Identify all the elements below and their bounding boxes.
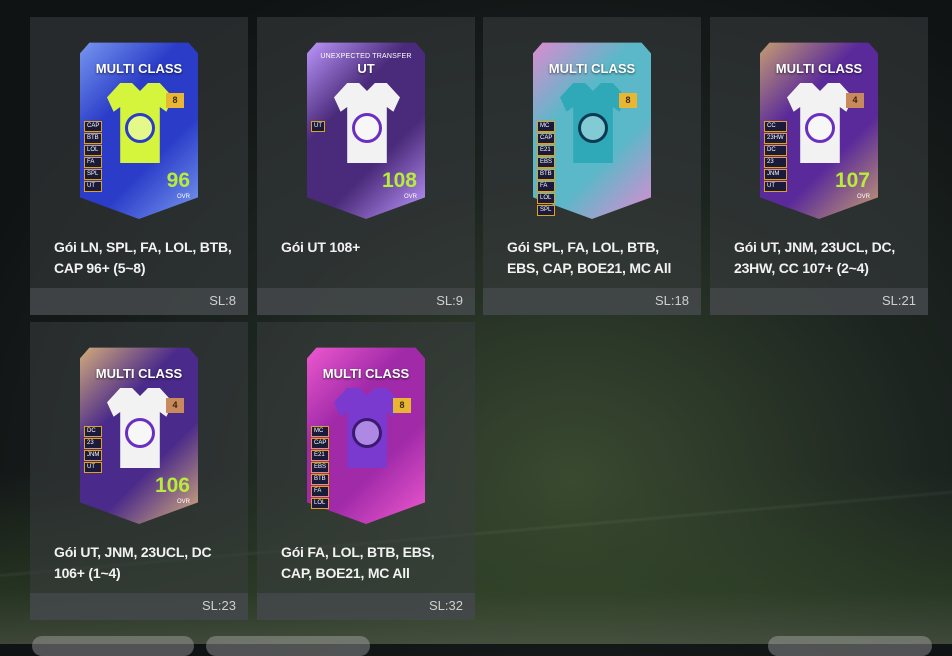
- pack-title: Gói SPL, FA, LOL, BTB, EBS, CAP, BOE21, …: [507, 239, 672, 276]
- crest-icon: [125, 113, 155, 143]
- pack-card-art: MULTI CLASS 4 CC 23HW DC 23 JNM UT 107 OVR: [760, 39, 878, 219]
- grade-badge: 4: [846, 93, 864, 108]
- class-tag: CAP: [311, 438, 330, 449]
- class-tag: UT: [84, 462, 103, 473]
- ovr-label: OVR: [176, 194, 190, 200]
- class-tags: UT: [311, 121, 325, 132]
- pack-quantity: SL:8: [209, 293, 236, 308]
- pack-tile[interactable]: MULTI CLASS 4 DC 23 JNM UT 106 OVR Gói UT, …: [30, 322, 248, 620]
- class-tags: MC CAP E21 EBS BTB FA LOL SPL: [537, 121, 556, 216]
- class-tag: DC: [764, 145, 787, 156]
- pack-footer: SL:18: [483, 288, 701, 315]
- grade-badge: 8: [166, 93, 184, 108]
- class-tags: CC 23HW DC 23 JNM UT: [764, 121, 787, 192]
- grade-badge: 8: [393, 398, 411, 413]
- class-tag: CC: [764, 121, 787, 132]
- ovr-value: 107: [834, 169, 870, 192]
- crest-icon: [352, 113, 382, 143]
- class-tag: LOL: [84, 145, 103, 156]
- bottom-button[interactable]: [768, 636, 932, 656]
- card-label: MULTI CLASS: [95, 61, 183, 76]
- class-tag: CAP: [84, 121, 103, 132]
- class-tag: DC: [84, 426, 103, 437]
- pack-card-art: MULTI CLASS 8 MC CAP E21 EBS BTB FA LOL SPL: [533, 39, 651, 219]
- class-tag: EBS: [311, 462, 330, 473]
- pack-card-art: MULTI CLASS 8 CAP BTB LOL FA SPL UT 96 OVR: [80, 39, 198, 219]
- pack-quantity: SL:18: [655, 293, 689, 308]
- card-label: UT: [357, 61, 375, 76]
- pack-title: Gói UT, JNM, 23UCL, DC, 23HW, CC 107+ (2…: [734, 239, 896, 276]
- pack-footer: SL:8: [30, 288, 248, 315]
- ovr-value: 106: [154, 474, 190, 497]
- class-tag: JNM: [764, 169, 787, 180]
- grade-badge: 4: [166, 398, 184, 413]
- pack-tile[interactable]: MULTI CLASS 4 CC 23HW DC 23 JNM UT 107 OVR Gó…: [710, 17, 928, 315]
- crest-icon: [352, 418, 382, 448]
- card-subtitle: UNEXPECTED TRANSFER: [320, 53, 412, 60]
- pack-quantity: SL:21: [882, 293, 916, 308]
- class-tag: CAP: [537, 133, 556, 144]
- class-tag: E21: [311, 450, 330, 461]
- pack-title: Gói UT, JNM, 23UCL, DC 106+ (1~4): [54, 544, 212, 581]
- pack-footer: SL:23: [30, 593, 248, 620]
- card-label: MULTI CLASS: [322, 366, 410, 381]
- class-tag: UT: [764, 181, 787, 192]
- pack-title: Gói LN, SPL, FA, LOL, BTB, CAP 96+ (5~8): [54, 239, 232, 276]
- class-tag: MC: [537, 121, 556, 132]
- pack-tile[interactable]: MULTI CLASS 8 MC CAP E21 EBS BTB FA LOL Gói FA…: [257, 322, 475, 620]
- ovr-label: OVR: [856, 194, 870, 200]
- grade-badge: 8: [619, 93, 637, 108]
- bottom-button[interactable]: [32, 636, 194, 656]
- pack-title: Gói FA, LOL, BTB, EBS, CAP, BOE21, MC Al…: [281, 544, 435, 581]
- class-tag: LOL: [537, 193, 556, 204]
- pack-quantity: SL:23: [202, 598, 236, 613]
- class-tag: UT: [84, 181, 103, 192]
- pack-tile[interactable]: UNEXPECTED TRANSFER UT UT 108 OVR Gói UT…: [257, 17, 475, 315]
- pack-footer: SL:21: [710, 288, 928, 315]
- class-tag: E21: [537, 145, 556, 156]
- bottom-button[interactable]: [206, 636, 370, 656]
- ovr-label: OVR: [403, 194, 417, 200]
- class-tag: FA: [537, 181, 556, 192]
- crest-icon: [578, 113, 608, 143]
- pack-quantity: SL:9: [436, 293, 463, 308]
- class-tag: BTB: [537, 169, 556, 180]
- class-tags: MC CAP E21 EBS BTB FA LOL: [311, 426, 330, 509]
- pack-title: Gói UT 108+: [281, 239, 361, 255]
- ovr-label: OVR: [176, 499, 190, 505]
- pack-tile[interactable]: MULTI CLASS 8 MC CAP E21 EBS BTB FA LOL SPL Gói…: [483, 17, 701, 315]
- class-tag: SPL: [537, 205, 556, 216]
- ovr-value: 108: [381, 169, 417, 192]
- class-tag: UT: [311, 121, 325, 132]
- class-tag: 23: [764, 157, 787, 168]
- pack-tile[interactable]: MULTI CLASS 8 CAP BTB LOL FA SPL UT 96 OVR Gó…: [30, 17, 248, 315]
- pack-footer: SL:9: [257, 288, 475, 315]
- crest-icon: [125, 418, 155, 448]
- card-label: MULTI CLASS: [548, 61, 636, 76]
- class-tag: BTB: [84, 133, 103, 144]
- card-label: MULTI CLASS: [775, 61, 863, 76]
- class-tag: BTB: [311, 474, 330, 485]
- card-label: MULTI CLASS: [95, 366, 183, 381]
- ovr-value: 96: [166, 169, 190, 192]
- class-tag: SPL: [84, 169, 103, 180]
- pack-card-art: MULTI CLASS 8 MC CAP E21 EBS BTB FA LOL: [307, 344, 425, 524]
- class-tag: EBS: [537, 157, 556, 168]
- pack-footer: SL:32: [257, 593, 475, 620]
- class-tag: LOL: [311, 498, 330, 509]
- class-tags: DC 23 JNM UT: [84, 426, 103, 473]
- pack-card-art: UNEXPECTED TRANSFER UT UT 108 OVR: [307, 39, 425, 219]
- pack-card-art: MULTI CLASS 4 DC 23 JNM UT 106 OVR: [80, 344, 198, 524]
- pack-quantity: SL:32: [429, 598, 463, 613]
- class-tag: FA: [311, 486, 330, 497]
- class-tag: 23: [84, 438, 103, 449]
- class-tags: CAP BTB LOL FA SPL UT: [84, 121, 103, 192]
- class-tag: MC: [311, 426, 330, 437]
- class-tag: FA: [84, 157, 103, 168]
- class-tag: 23HW: [764, 133, 787, 144]
- class-tag: JNM: [84, 450, 103, 461]
- crest-icon: [805, 113, 835, 143]
